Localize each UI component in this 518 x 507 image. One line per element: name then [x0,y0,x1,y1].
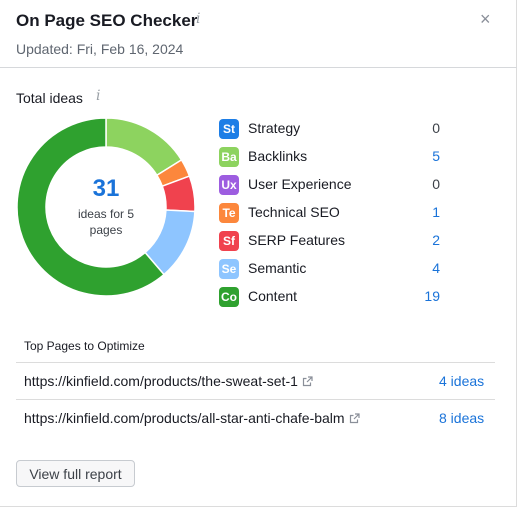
total-ideas-info-icon[interactable]: i [96,88,100,104]
legend-count-link[interactable]: 1 [432,204,440,220]
close-icon[interactable]: × [480,9,491,30]
info-icon[interactable]: i [196,11,200,27]
legend-item-semantic: Se Semantic 4 [219,259,443,279]
legend-count: 0 [432,120,440,136]
page-url-row-1[interactable]: https://kinfield.com/products/the-sweat-… [24,373,313,390]
badge-technical-seo: Te [219,203,239,223]
header-divider [0,67,517,68]
legend-label: Semantic [248,260,307,276]
legend-item-technical-seo: Te Technical SEO 1 [219,203,443,223]
view-full-report-button[interactable]: View full report [16,460,135,487]
page-url-text[interactable]: https://kinfield.com/products/the-sweat-… [24,373,298,389]
badge-content: Co [219,287,239,307]
badge-semantic: Se [219,259,239,279]
external-link-icon[interactable] [349,411,360,427]
external-link-icon[interactable] [302,374,313,390]
legend-label: Technical SEO [248,204,340,220]
widget-title: On Page SEO Checker [16,11,198,30]
legend-count-link[interactable]: 4 [432,260,440,276]
legend-item-backlinks: Ba Backlinks 5 [219,147,443,167]
page-url-text[interactable]: https://kinfield.com/products/all-star-a… [24,410,345,426]
badge-backlinks: Ba [219,147,239,167]
legend-label: SERP Features [248,232,346,248]
legend-item-content: Co Content 19 [219,287,443,307]
legend-item-user-experience: Ux User Experience 0 [219,175,443,195]
total-ideas-caption: ideas for 5 pages [77,207,135,237]
badge-serp-features: Sf [219,231,239,251]
legend-label: Backlinks [248,148,308,164]
legend-count-link[interactable]: 2 [432,232,440,248]
legend-label: User Experience [248,176,352,192]
legend-item-serp-features: Sf SERP Features 2 [219,231,443,251]
top-pages-title: Top Pages to Optimize [24,339,145,353]
total-ideas-label: Total ideas [16,90,83,106]
badge-user-experience: Ux [219,175,239,195]
table-divider [16,362,495,363]
legend-label: Strategy [248,120,301,136]
updated-date: Updated: Fri, Feb 16, 2024 [16,41,184,57]
legend-label: Content [248,288,298,304]
total-ideas-count: 31 [92,175,120,202]
widget-panel: On Page SEO Checker i × Updated: Fri, Fe… [0,0,517,507]
badge-strategy: St [219,119,239,139]
ideas-link-row-1[interactable]: 4 ideas [439,373,484,389]
table-divider [16,399,495,400]
legend-count-link[interactable]: 5 [432,148,440,164]
legend-item-strategy: St Strategy 0 [219,119,443,139]
legend-count: 0 [432,176,440,192]
legend-count-link[interactable]: 19 [424,288,440,304]
page-url-row-2[interactable]: https://kinfield.com/products/all-star-a… [24,410,360,427]
ideas-link-row-2[interactable]: 8 ideas [439,410,484,426]
